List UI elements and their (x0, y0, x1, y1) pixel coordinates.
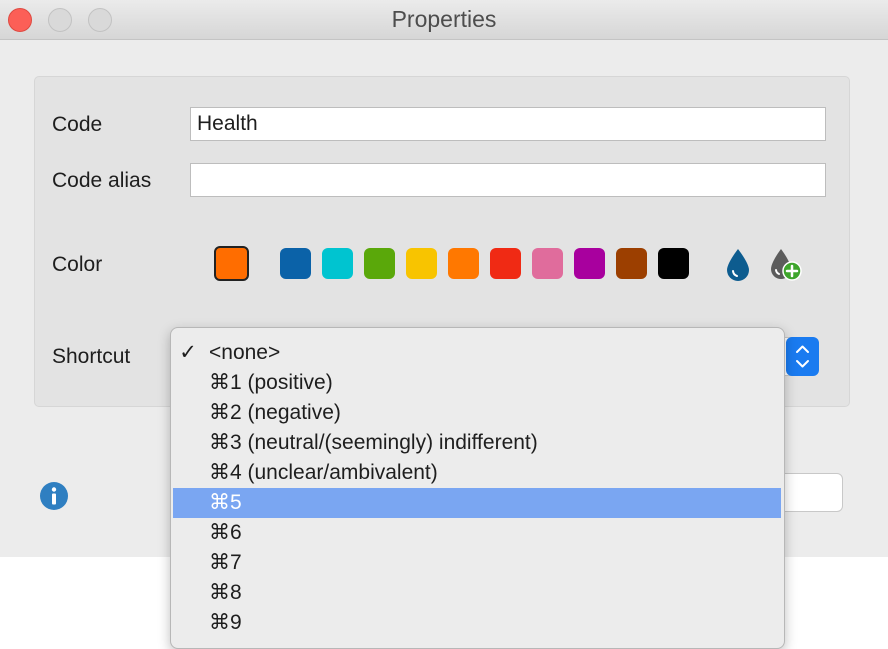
shortcut-menu-item-label: ⌘1 (positive) (209, 371, 333, 394)
chevron-up-down-icon (796, 345, 809, 368)
shortcut-menu-item-label: ⌘4 (unclear/ambivalent) (209, 461, 438, 484)
color-swatch[interactable] (532, 248, 563, 279)
shortcut-menu-item-label: ⌘3 (neutral/(seemingly) indifferent) (209, 431, 538, 454)
color-label: Color (52, 253, 103, 276)
color-swatch[interactable] (448, 248, 479, 279)
add-color-icon[interactable] (768, 247, 804, 283)
code-alias-label: Code alias (52, 169, 152, 192)
code-label: Code (52, 113, 103, 136)
code-field[interactable] (190, 107, 826, 141)
code-alias-field[interactable] (190, 163, 826, 197)
shortcut-menu-item-label: ⌘2 (negative) (209, 401, 341, 424)
shortcut-menu-item[interactable]: ✓ <none> (173, 338, 781, 368)
shortcut-menu-item[interactable]: ⌘2 (negative) (173, 398, 781, 428)
shortcut-label: Shortcut (52, 345, 131, 368)
shortcut-menu-item[interactable]: ⌘8 (173, 578, 781, 608)
selected-color-swatch[interactable] (214, 246, 249, 281)
color-swatch[interactable] (322, 248, 353, 279)
shortcut-menu-item[interactable]: ⌘9 (173, 608, 781, 638)
color-swatch[interactable] (658, 248, 689, 279)
color-swatch[interactable] (574, 248, 605, 279)
shortcut-menu-item-label: ⌘8 (209, 581, 242, 604)
checkmark-icon: ✓ (179, 341, 197, 364)
window-title: Properties (391, 6, 497, 32)
shortcut-menu-item-label: ⌘7 (209, 551, 242, 574)
color-swatch[interactable] (616, 248, 647, 279)
water-drop-icon[interactable] (724, 247, 752, 281)
shortcut-menu-item-label: ⌘6 (209, 521, 242, 544)
shortcut-menu-item-label: <none> (209, 341, 281, 364)
title-bar: Properties (0, 0, 888, 40)
shortcut-dropdown-menu: ✓ <none> ⌘1 (positive) ⌘2 (negative) ⌘3 (neu… (170, 327, 785, 649)
shortcut-menu-item-label: ⌘5 (209, 491, 242, 514)
shortcut-select-stepper[interactable] (786, 337, 819, 376)
shortcut-menu-item[interactable]: ⌘5 (173, 488, 781, 518)
color-swatch[interactable] (364, 248, 395, 279)
shortcut-menu-item[interactable]: ⌘4 (unclear/ambivalent) (173, 458, 781, 488)
shortcut-menu-item[interactable]: ⌘3 (neutral/(seemingly) indifferent) (173, 428, 781, 458)
color-swatch[interactable] (490, 248, 521, 279)
shortcut-menu-item[interactable]: ⌘7 (173, 548, 781, 578)
shortcut-menu-item[interactable]: ⌘1 (positive) (173, 368, 781, 398)
info-icon[interactable] (39, 481, 69, 511)
color-swatch[interactable] (280, 248, 311, 279)
shortcut-menu-item[interactable]: ⌘6 (173, 518, 781, 548)
color-swatch[interactable] (406, 248, 437, 279)
shortcut-menu-item-label: ⌘9 (209, 611, 242, 634)
